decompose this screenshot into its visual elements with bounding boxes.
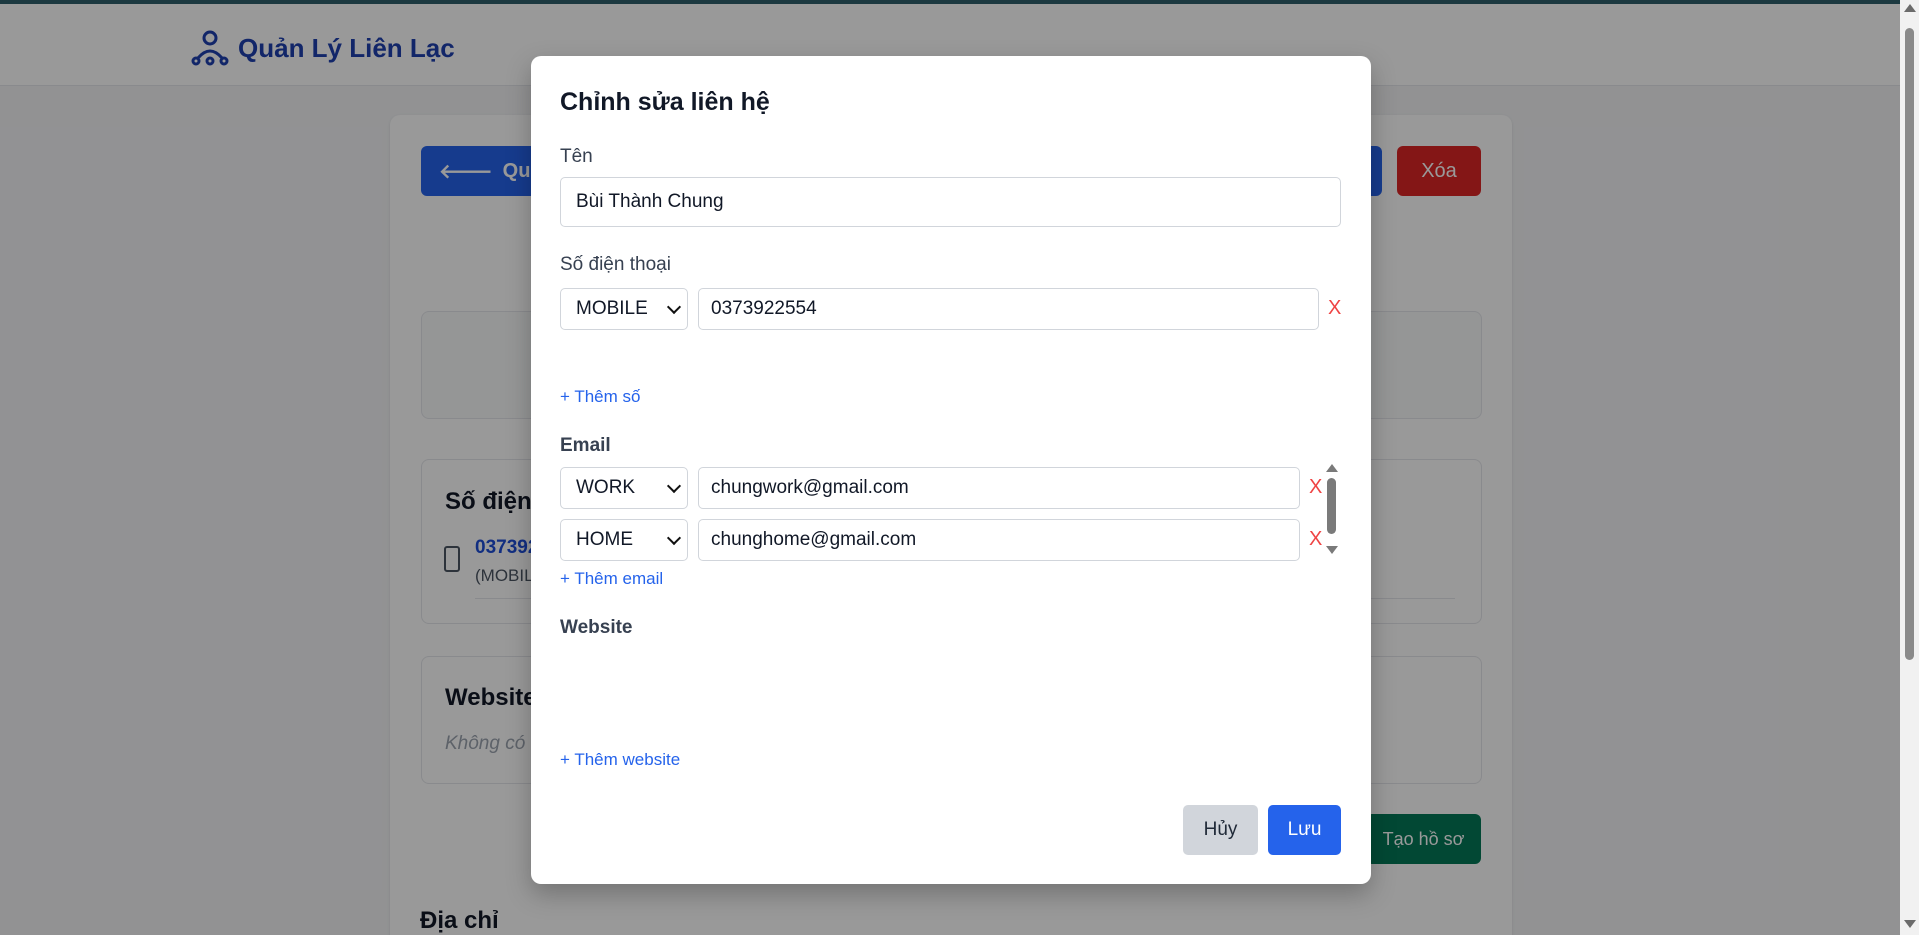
chevron-down-icon [666,530,682,546]
phone-number-input[interactable]: 0373922554 [698,288,1319,330]
remove-email-button[interactable]: X [1309,528,1322,551]
email-label: Email [560,435,611,456]
add-email-link[interactable]: + Thêm email [560,569,663,589]
email-list-scrollbar[interactable] [1325,464,1339,556]
page-scrollbar[interactable] [1900,0,1919,935]
scroll-down-icon[interactable] [1904,920,1916,928]
email-input[interactable]: chunghome@gmail.com [698,519,1300,561]
scroll-thumb[interactable] [1905,28,1914,660]
name-label: Tên [560,146,593,167]
scroll-up-icon[interactable] [1904,4,1916,12]
chevron-down-icon [666,478,682,494]
scroll-thumb[interactable] [1327,478,1336,534]
scroll-up-icon[interactable] [1326,464,1338,472]
add-website-link[interactable]: + Thêm website [560,750,680,770]
email-input[interactable]: chungwork@gmail.com [698,467,1300,509]
name-input[interactable]: Bùi Thành Chung [560,177,1341,227]
scroll-down-icon[interactable] [1326,546,1338,554]
phone-type-select[interactable]: MOBILE [560,288,688,330]
email-type-value: HOME [576,529,633,550]
edit-contact-modal: Chỉnh sửa liên hệ Tên Bùi Thành Chung Số… [531,56,1371,884]
chevron-down-icon [666,299,682,315]
email-type-select[interactable]: WORK [560,467,688,509]
website-label: Website [560,617,633,638]
phone-label: Số điện thoại [560,254,671,275]
add-phone-link[interactable]: + Thêm số [560,387,640,407]
remove-email-button[interactable]: X [1309,476,1322,499]
phone-type-value: MOBILE [576,298,648,319]
email-type-select[interactable]: HOME [560,519,688,561]
email-type-value: WORK [576,477,636,498]
save-button[interactable]: Lưu [1268,805,1341,855]
cancel-button[interactable]: Hủy [1183,805,1258,855]
modal-title: Chỉnh sửa liên hệ [560,88,770,116]
remove-phone-button[interactable]: X [1328,297,1341,320]
